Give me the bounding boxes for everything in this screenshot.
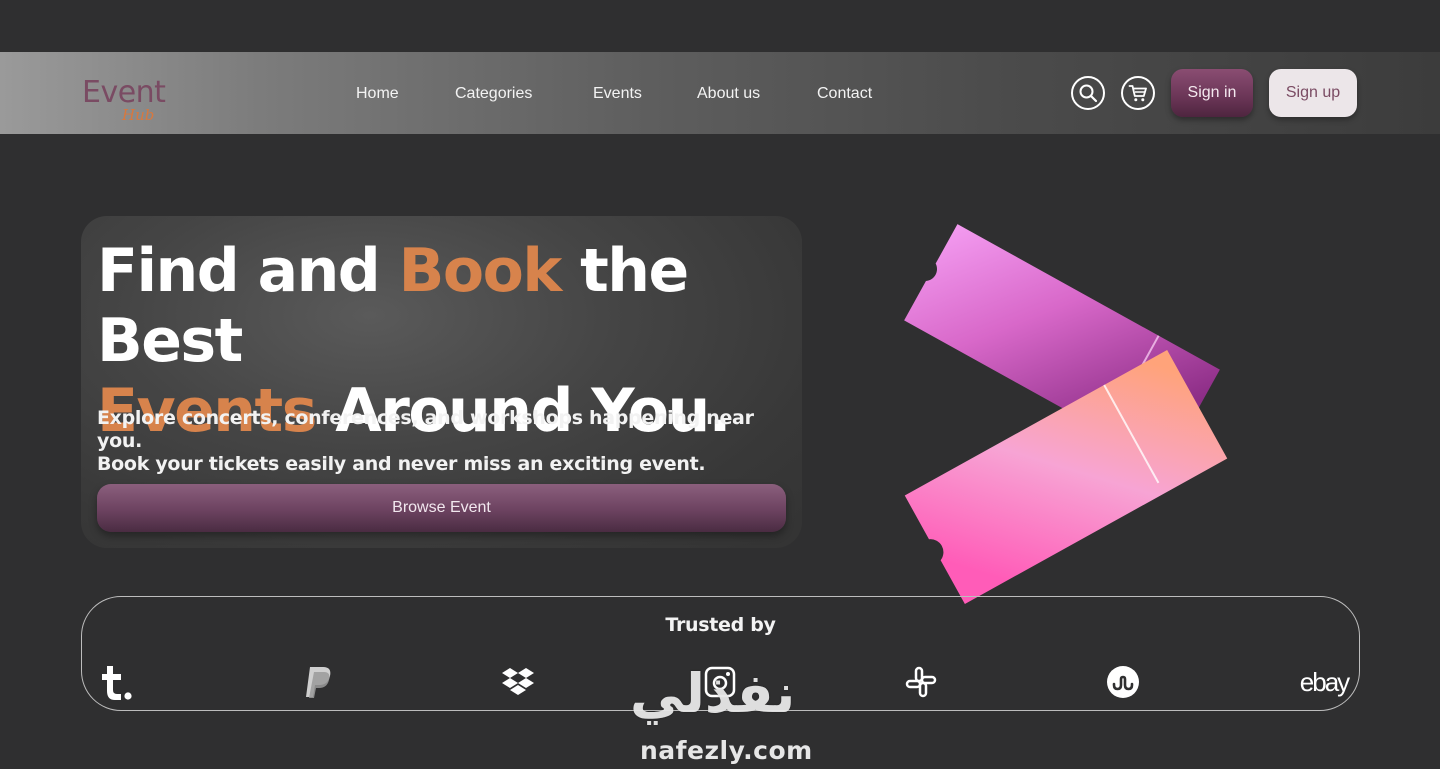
cart-icon [1128,85,1147,102]
logo[interactable]: Event Hub [82,76,182,126]
hero-description-line: Explore concerts, conferences, and works… [97,407,754,452]
slack-icon [901,663,941,701]
nav-categories[interactable]: Categories [455,84,532,104]
sign-in-button[interactable]: Sign in [1171,69,1253,117]
search-button[interactable] [1071,76,1105,110]
navbar: Event Hub Home Categories Events About u… [0,52,1440,134]
hero-title-part: Find and [97,236,399,306]
nav-home[interactable]: Home [356,84,399,104]
browse-event-button[interactable]: Browse Event [97,484,786,532]
ebay-logo-text: ebay [1299,666,1350,697]
search-icon [1079,84,1098,103]
cart-button[interactable] [1121,76,1155,110]
stumbleupon-icon [1103,663,1143,701]
hero-description: Explore concerts, conferences, and works… [97,407,797,476]
nav-about-us[interactable]: About us [697,84,760,104]
sign-up-button[interactable]: Sign up [1269,69,1357,117]
logo-subtext: Hub [122,106,155,124]
watermark-arabic: نفذلي [630,662,796,725]
trusted-title: Trusted by [665,614,776,636]
watermark-url: nafezly.com [640,736,813,765]
tickets-illustration [904,224,1228,604]
dropbox-icon [498,663,538,701]
nav-events[interactable]: Events [593,84,642,104]
tumblr-icon [96,663,136,701]
nav-contact[interactable]: Contact [817,84,872,104]
paypal-icon [298,663,338,701]
logo-text: Event [82,75,166,110]
hero-title-accent: Book [398,236,563,306]
hero-description-line: Book your tickets easily and never miss … [97,453,706,475]
ebay-icon: ebay [1294,663,1354,701]
